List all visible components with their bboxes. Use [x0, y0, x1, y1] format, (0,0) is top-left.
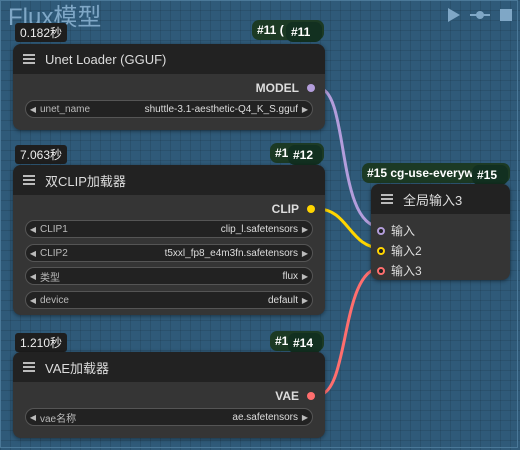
- widget-value: default: [267, 294, 298, 306]
- widget-label: vae名称: [40, 413, 77, 425]
- arrow-right-icon[interactable]: ▶: [298, 225, 312, 234]
- widget-value: shuttle-3.1-aesthetic-Q4_K_S.gguf: [144, 103, 298, 115]
- node-title: 双CLIP加载器: [45, 173, 126, 189]
- input-1[interactable]: 输入: [377, 222, 415, 239]
- arrow-right-icon[interactable]: ▶: [298, 249, 312, 258]
- output-label: VAE: [275, 389, 299, 403]
- widget-label: CLIP1: [40, 223, 68, 235]
- input-label: 输入: [391, 224, 416, 238]
- widget-unet-name[interactable]: ◀ unet_name shuttle-3.1-aesthetic-Q4_K_S…: [25, 100, 313, 118]
- output-clip[interactable]: CLIP: [272, 202, 315, 216]
- arrow-left-icon[interactable]: ◀: [26, 225, 40, 234]
- clip-id-badge-inner: #12: [288, 145, 322, 165]
- widget-label: CLIP2: [40, 247, 68, 259]
- global-badge-inner-text: #15: [477, 168, 498, 182]
- output-vae[interactable]: VAE: [275, 389, 315, 403]
- widget-value: ae.safetensors: [232, 411, 298, 423]
- vae-badge-inner-text: #14: [293, 336, 314, 350]
- widget-type[interactable]: ◀ 类型 flux ▶: [25, 267, 313, 285]
- input-2[interactable]: 输入2: [377, 242, 422, 259]
- node-title-bar[interactable]: 全局输入3: [371, 184, 510, 214]
- arrow-right-icon[interactable]: ▶: [298, 296, 312, 305]
- vae-id-badge-inner: #14: [288, 333, 322, 353]
- global-badge-outer-text: #15 cg-use-everyw: [367, 166, 474, 180]
- unet-id-badge-inner: #11: [286, 22, 322, 42]
- arrow-left-icon[interactable]: ◀: [26, 272, 40, 281]
- widget-vae-name[interactable]: ◀ vae名称 ae.safetensors ▶: [25, 408, 313, 426]
- link-vae: [317, 266, 382, 397]
- vae-timing: 1.210秒: [15, 333, 68, 352]
- input-dot[interactable]: [377, 266, 385, 275]
- clip-badge-inner-text: #12: [293, 148, 314, 162]
- unet-timing: 0.182秒: [15, 23, 68, 42]
- output-dot[interactable]: [307, 205, 315, 213]
- menu-icon[interactable]: [23, 175, 35, 185]
- widget-label: 类型: [40, 272, 60, 284]
- node-title: VAE加载器: [45, 360, 110, 376]
- node-title: 全局输入3: [403, 192, 463, 208]
- output-model[interactable]: MODEL: [256, 81, 315, 95]
- menu-icon[interactable]: [23, 362, 35, 372]
- node-title-bar[interactable]: 双CLIP加载器: [13, 165, 325, 195]
- arrow-left-icon[interactable]: ◀: [26, 105, 40, 114]
- input-dot[interactable]: [377, 226, 385, 235]
- node-global-input[interactable]: 全局输入3 输入 输入2 输入3: [371, 184, 510, 280]
- output-label: CLIP: [271, 202, 299, 216]
- output-dot[interactable]: [307, 84, 315, 92]
- widget-device[interactable]: ◀ device default ▶: [25, 291, 313, 309]
- node-title-bar[interactable]: Unet Loader (GGUF): [13, 44, 325, 74]
- widget-value: clip_l.safetensors: [220, 223, 298, 235]
- node-title-bar[interactable]: VAE加载器: [13, 352, 325, 382]
- unet-badge-inner-text: #11: [291, 25, 311, 39]
- global-id-badge-inner: #15: [472, 165, 508, 185]
- clip-timing: 7.063秒: [15, 145, 68, 164]
- widget-value: t5xxl_fp8_e4m3fn.safetensors: [164, 247, 298, 259]
- arrow-right-icon[interactable]: ▶: [298, 105, 312, 114]
- node-title: Unet Loader (GGUF): [45, 51, 167, 67]
- vae-badge-outer-text: #1: [275, 334, 289, 348]
- output-label: MODEL: [255, 81, 299, 95]
- arrow-left-icon[interactable]: ◀: [26, 413, 40, 422]
- clip-badge-outer-text: #1: [275, 146, 289, 160]
- widget-value: flux: [282, 270, 298, 282]
- input-3[interactable]: 输入3: [377, 262, 422, 279]
- node-dual-clip-loader[interactable]: 双CLIP加载器 CLIP ◀ CLIP1 clip_l.safetensors…: [13, 165, 325, 315]
- arrow-left-icon[interactable]: ◀: [26, 249, 40, 258]
- node-vae-loader[interactable]: VAE加载器 VAE ◀ vae名称 ae.safetensors ▶: [13, 352, 325, 438]
- input-label: 输入3: [391, 264, 422, 278]
- widget-clip1[interactable]: ◀ CLIP1 clip_l.safetensors ▶: [25, 220, 313, 238]
- arrow-right-icon[interactable]: ▶: [298, 272, 312, 281]
- unet-badge-outer-text: #11 (: [257, 23, 284, 37]
- node-unet-loader[interactable]: Unet Loader (GGUF) MODEL ◀ unet_name shu…: [13, 44, 325, 130]
- input-dot[interactable]: [377, 246, 385, 255]
- menu-icon[interactable]: [381, 194, 393, 204]
- output-dot[interactable]: [307, 392, 315, 400]
- widget-clip2[interactable]: ◀ CLIP2 t5xxl_fp8_e4m3fn.safetensors ▶: [25, 244, 313, 262]
- arrow-right-icon[interactable]: ▶: [298, 413, 312, 422]
- menu-icon[interactable]: [23, 54, 35, 64]
- input-label: 输入2: [391, 244, 422, 258]
- widget-label: unet_name: [40, 103, 91, 115]
- arrow-left-icon[interactable]: ◀: [26, 296, 40, 305]
- widget-label: device: [40, 294, 69, 306]
